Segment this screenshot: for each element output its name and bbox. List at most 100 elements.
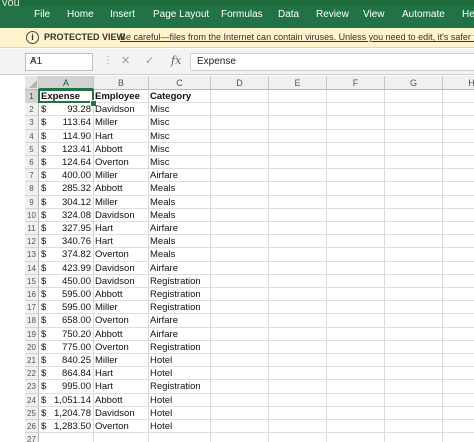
cell-c24[interactable]: Hotel <box>150 394 210 407</box>
cell-a8[interactable]: $285.32 <box>39 182 93 195</box>
cell-b2[interactable]: Davidson <box>95 103 147 116</box>
cell-c19[interactable]: Airfare <box>150 328 210 341</box>
row-header-12[interactable]: 12 <box>25 235 39 249</box>
row-header-1[interactable]: 1 <box>25 90 39 104</box>
cell-a2[interactable]: $93.28 <box>39 103 93 116</box>
row-header-9[interactable]: 9 <box>25 195 39 209</box>
cell-b15[interactable]: Davidson <box>95 275 147 288</box>
row-header-4[interactable]: 4 <box>25 129 39 143</box>
cell-c18[interactable]: Airfare <box>150 314 210 327</box>
cell-a21[interactable]: $840.25 <box>39 354 93 367</box>
cell-a18[interactable]: $658.00 <box>39 314 93 327</box>
cell-c3[interactable]: Misc <box>150 116 210 129</box>
cell-a16[interactable]: $595.00 <box>39 288 93 301</box>
cell-a1[interactable]: Expense <box>39 90 95 103</box>
cell-b19[interactable]: Abbott <box>95 328 147 341</box>
tab-data[interactable]: Data <box>278 9 299 20</box>
chevron-down-icon[interactable]: ▼ <box>30 56 89 63</box>
cell-c16[interactable]: Registration <box>150 288 210 301</box>
cell-a25[interactable]: $1,204.78 <box>39 407 93 420</box>
cell-a22[interactable]: $864.84 <box>39 367 93 380</box>
cell-b14[interactable]: Davidson <box>95 262 147 275</box>
cell-c25[interactable]: Hotel <box>150 407 210 420</box>
row-header-3[interactable]: 3 <box>25 116 39 130</box>
column-header-e[interactable]: E <box>269 76 327 90</box>
cell-b26[interactable]: Overton <box>95 420 147 433</box>
cell-c5[interactable]: Misc <box>150 143 210 156</box>
cell-b13[interactable]: Overton <box>95 248 147 261</box>
cell-b9[interactable]: Miller <box>95 196 147 209</box>
cell-b11[interactable]: Hart <box>95 222 147 235</box>
column-header-c[interactable]: C <box>149 76 211 90</box>
row-header-7[interactable]: 7 <box>25 169 39 183</box>
row-header-18[interactable]: 18 <box>25 314 39 328</box>
row-header-25[interactable]: 25 <box>25 406 39 420</box>
row-header-27[interactable]: 27 <box>25 433 39 442</box>
tab-formulas[interactable]: Formulas <box>221 9 263 20</box>
cell-b27[interactable] <box>95 433 147 442</box>
tab-page-layout[interactable]: Page Layout <box>153 9 209 20</box>
cell-a24[interactable]: $1,051.14 <box>39 394 93 407</box>
row-header-26[interactable]: 26 <box>25 420 39 434</box>
cell-b23[interactable]: Hart <box>95 380 147 393</box>
column-header-d[interactable]: D <box>211 76 269 90</box>
protected-view-message[interactable]: Be careful—files from the Internet can c… <box>120 32 474 42</box>
cell-c17[interactable]: Registration <box>150 301 210 314</box>
cell-a4[interactable]: $114.90 <box>39 130 93 143</box>
cell-c8[interactable]: Meals <box>150 182 210 195</box>
cell-b3[interactable]: Miller <box>95 116 147 129</box>
drag-handle-icon[interactable]: ⋮ <box>103 55 113 66</box>
cell-a11[interactable]: $327.95 <box>39 222 93 235</box>
cell-c21[interactable]: Hotel <box>150 354 210 367</box>
cell-b7[interactable]: Miller <box>95 169 147 182</box>
column-header-h[interactable]: H <box>443 76 474 90</box>
tab-view[interactable]: View <box>363 9 385 20</box>
cell-b20[interactable]: Overton <box>95 341 147 354</box>
cell-b21[interactable]: Miller <box>95 354 147 367</box>
cell-a9[interactable]: $304.12 <box>39 196 93 209</box>
cell-a15[interactable]: $450.00 <box>39 275 93 288</box>
cell-b6[interactable]: Overton <box>95 156 147 169</box>
cell-a3[interactable]: $113.64 <box>39 116 93 129</box>
cell-a6[interactable]: $124.64 <box>39 156 93 169</box>
cell-c27[interactable] <box>150 433 210 442</box>
cell-c2[interactable]: Misc <box>150 103 210 116</box>
row-header-15[interactable]: 15 <box>25 274 39 288</box>
tab-review[interactable]: Review <box>316 9 349 20</box>
cell-c15[interactable]: Registration <box>150 275 210 288</box>
cell-c1[interactable]: Category <box>150 90 210 103</box>
cell-b5[interactable]: Abbott <box>95 143 147 156</box>
cell-c14[interactable]: Airfare <box>150 262 210 275</box>
tab-insert[interactable]: Insert <box>110 9 135 20</box>
cell-a5[interactable]: $123.41 <box>39 143 93 156</box>
cell-c11[interactable]: Airfare <box>150 222 210 235</box>
cell-c10[interactable]: Meals <box>150 209 210 222</box>
formula-input[interactable]: Expense <box>190 53 474 71</box>
cell-c4[interactable]: Misc <box>150 130 210 143</box>
cell-b10[interactable]: Davidson <box>95 209 147 222</box>
cell-b8[interactable]: Abbott <box>95 182 147 195</box>
confirm-icon[interactable]: ✓ <box>145 54 154 67</box>
column-header-a[interactable]: A <box>39 76 94 90</box>
row-header-22[interactable]: 22 <box>25 367 39 381</box>
cell-c12[interactable]: Meals <box>150 235 210 248</box>
cell-b25[interactable]: Davidson <box>95 407 147 420</box>
row-header-13[interactable]: 13 <box>25 248 39 262</box>
cell-b22[interactable]: Hart <box>95 367 147 380</box>
cell-a10[interactable]: $324.08 <box>39 209 93 222</box>
row-header-2[interactable]: 2 <box>25 103 39 117</box>
column-header-g[interactable]: G <box>385 76 443 90</box>
cell-b16[interactable]: Abbott <box>95 288 147 301</box>
cell-b1[interactable]: Employee <box>95 90 147 103</box>
row-header-6[interactable]: 6 <box>25 156 39 170</box>
cell-b4[interactable]: Hart <box>95 130 147 143</box>
cell-c20[interactable]: Registration <box>150 341 210 354</box>
cell-a12[interactable]: $340.76 <box>39 235 93 248</box>
select-all-button[interactable] <box>25 76 39 90</box>
row-header-21[interactable]: 21 <box>25 354 39 368</box>
row-header-5[interactable]: 5 <box>25 142 39 156</box>
cell-a13[interactable]: $374.82 <box>39 248 93 261</box>
tab-home[interactable]: Home <box>67 9 94 20</box>
cell-a7[interactable]: $400.00 <box>39 169 93 182</box>
cell-a26[interactable]: $1,283.50 <box>39 420 93 433</box>
